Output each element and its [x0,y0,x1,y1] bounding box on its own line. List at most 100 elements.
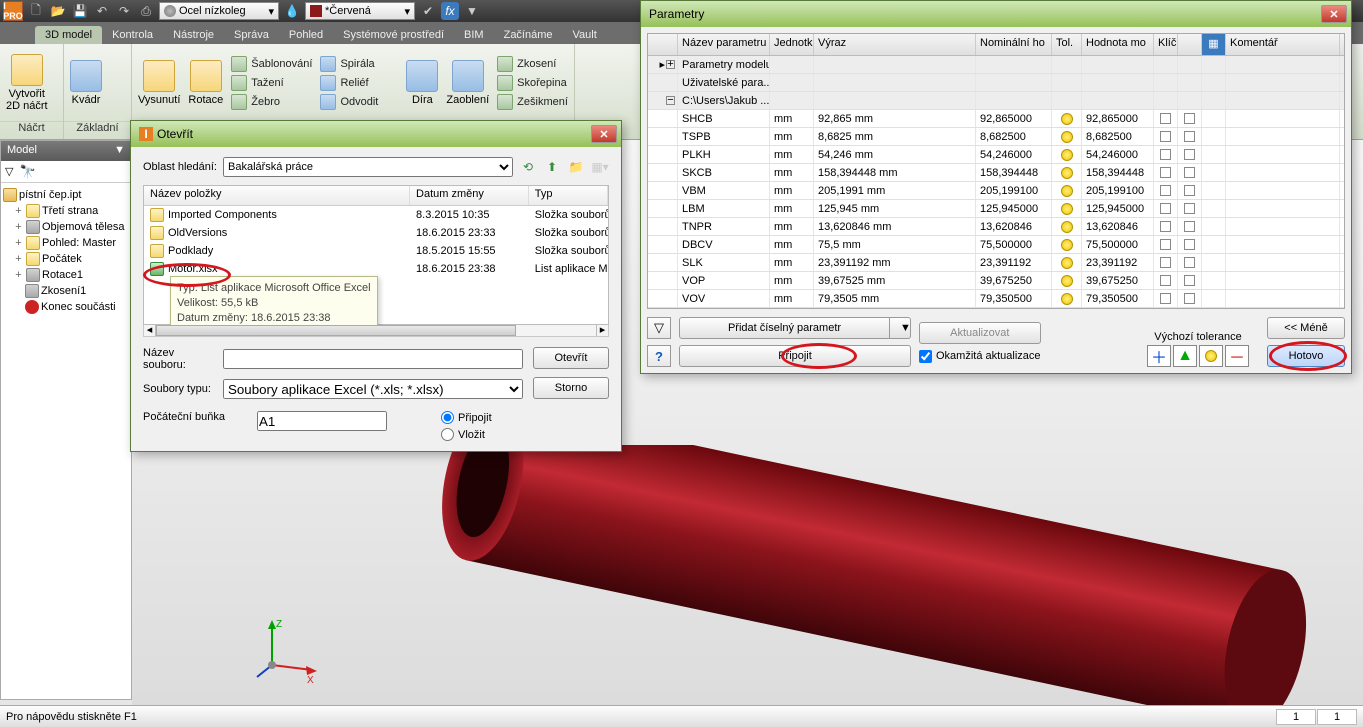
tol-icon[interactable] [1061,203,1073,215]
chamfer-button[interactable]: Zkosení [497,56,568,72]
tol-icon[interactable] [1061,131,1073,143]
hscroll[interactable]: ◂ ▸ [143,325,609,337]
export-checkbox[interactable] [1184,203,1195,214]
param-row[interactable]: VOPmm39,67525 mm39,67525039,675250 [648,272,1344,290]
tol-icon[interactable] [1061,185,1073,197]
tol-minus-icon[interactable]: － [1225,345,1249,367]
fillet-button[interactable]: Zaoblení [446,60,489,106]
add-numeric-menu[interactable]: ▼ [890,317,911,339]
col-tol[interactable]: Tol. [1052,34,1082,55]
key-checkbox[interactable] [1160,257,1171,268]
export-checkbox[interactable] [1184,239,1195,250]
param-row[interactable]: SLKmm23,391192 mm23,39119223,391192 [648,254,1344,272]
emboss-button[interactable]: Reliéf [320,75,378,91]
param-row[interactable]: LBMmm125,945 mm125,945000125,945000 [648,200,1344,218]
immediate-checkbox[interactable]: Okamžitá aktualizace [919,350,1041,363]
tab-3dmodel[interactable]: 3D model [35,26,102,44]
col-key[interactable]: Klíč [1154,34,1178,55]
hole-button[interactable]: Díra [406,60,438,106]
export-checkbox[interactable] [1184,221,1195,232]
loft-button[interactable]: Šablonování [231,56,312,72]
tab-zaciname[interactable]: Začínáme [494,26,563,44]
tol-icon[interactable] [1061,275,1073,287]
redo-icon[interactable]: ↷ [115,2,133,20]
export-checkbox[interactable] [1184,113,1195,124]
tree-root[interactable]: pístní čep.ipt [3,187,129,203]
find-icon[interactable]: 🔭 [19,164,35,180]
param-row[interactable]: VBMmm205,1991 mm205,199100205,199100 [648,182,1344,200]
group-row[interactable]: ▸+Parametry modelu [648,56,1344,74]
export-checkbox[interactable] [1184,293,1195,304]
tol-icon[interactable] [1061,239,1073,251]
shell-button[interactable]: Skořepina [497,75,568,91]
startcell-input[interactable] [257,411,387,431]
tree-item[interactable]: Zkosení1 [3,283,129,299]
fx-icon[interactable]: fx [441,2,459,20]
tol-icon[interactable] [1061,113,1073,125]
tol-icon[interactable] [1061,149,1073,161]
tol-icon[interactable] [1061,257,1073,269]
filter-icon[interactable]: ▽ [5,165,13,178]
col-paramname[interactable]: Název parametru [678,34,770,55]
open-button[interactable]: Otevřít [533,347,609,369]
key-checkbox[interactable] [1160,185,1171,196]
param-row[interactable]: PLKHmm54,246 mm54,24600054,246000 [648,146,1344,164]
param-row[interactable]: SKCBmm158,394448 mm158,394448158,394448 [648,164,1344,182]
file-row[interactable]: Imported Components8.3.2015 10:35Složka … [144,206,608,224]
file-row[interactable]: Podklady18.5.2015 15:55Složka souborů [144,242,608,260]
tree-item[interactable]: +Počátek [3,251,129,267]
link-button[interactable]: Připojit [679,345,911,367]
done-button[interactable]: Hotovo [1267,345,1345,367]
file-row[interactable]: OldVersions18.6.2015 23:33Složka souborů [144,224,608,242]
open-dialog-titlebar[interactable]: IOtevřít ✕ [131,121,621,147]
key-checkbox[interactable] [1160,203,1171,214]
tree-item[interactable]: +Třetí strana [3,203,129,219]
cancel-button[interactable]: Storno [533,377,609,399]
undo-icon[interactable]: ↶ [93,2,111,20]
radio-embed[interactable]: Vložit [441,428,492,441]
appearance-combo[interactable]: *Červená ▾ [305,2,415,20]
app-icon[interactable]: IPRO [3,1,23,21]
tree-item[interactable]: +Pohled: Master [3,235,129,251]
tab-pohled[interactable]: Pohled [279,26,333,44]
filetype-combo[interactable]: Soubory aplikace Excel (*.xls; *.xlsx) [223,379,523,399]
tab-sprava[interactable]: Správa [224,26,279,44]
tol-icon[interactable] [1061,293,1073,305]
eyedrop-icon[interactable]: 💧 [283,2,301,20]
col-comment[interactable]: Komentář [1226,34,1340,55]
filter-button[interactable]: ▽ [647,317,671,339]
key-checkbox[interactable] [1160,275,1171,286]
dropdown-icon[interactable]: ▼ [463,2,481,20]
param-row[interactable]: DBCVmm75,5 mm75,50000075,500000 [648,236,1344,254]
kvadr-button[interactable]: Kvádr [70,60,102,106]
rib-button[interactable]: Žebro [231,94,312,110]
tol-icon[interactable] [1061,167,1073,179]
tol-nominal-icon[interactable] [1199,345,1223,367]
add-numeric-button[interactable]: Přidat číselný parametr [679,317,890,339]
export-checkbox[interactable] [1184,257,1195,268]
col-type[interactable]: Typ [529,186,608,205]
derive-button[interactable]: Odvodit [320,94,378,110]
less-button[interactable]: << Méně [1267,317,1345,339]
tab-vault[interactable]: Vault [563,26,607,44]
param-row[interactable]: TNPRmm13,620846 mm13,62084613,620846 [648,218,1344,236]
file-list[interactable]: Název položky Datum změny Typ Imported C… [143,185,609,325]
back-icon[interactable]: ⟲ [519,158,537,176]
key-checkbox[interactable] [1160,149,1171,160]
create-2d-sketch-button[interactable]: Vytvořit 2D náčrt [6,54,48,112]
save-icon[interactable]: 💾 [71,2,89,20]
extrude-button[interactable]: Vysunutí [138,60,180,106]
parameters-titlebar[interactable]: Parametry ✕ [641,1,1351,27]
key-checkbox[interactable] [1160,167,1171,178]
close-button[interactable]: ✕ [591,125,617,143]
new-icon[interactable]: 🗋 [27,2,45,20]
tol-icon[interactable] [1061,221,1073,233]
export-checkbox[interactable] [1184,275,1195,286]
export-checkbox[interactable] [1184,167,1195,178]
help-button[interactable]: ? [647,345,671,367]
tol-up-icon[interactable]: ▲ [1173,345,1197,367]
tab-kontrola[interactable]: Kontrola [102,26,163,44]
model-browser-header[interactable]: Model▼ [1,141,131,161]
col-mod[interactable]: Hodnota mo [1082,34,1154,55]
export-checkbox[interactable] [1184,185,1195,196]
